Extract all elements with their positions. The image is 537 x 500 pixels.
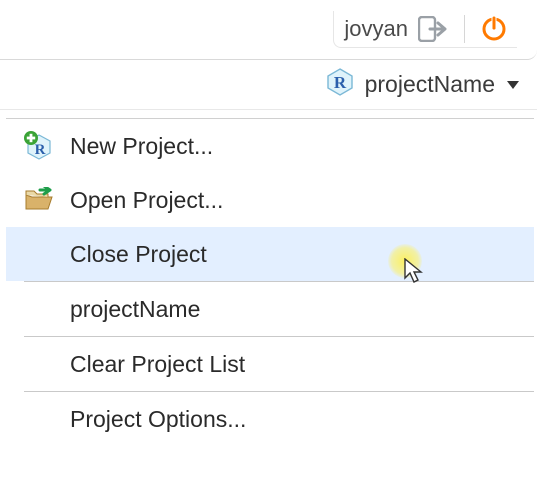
project-name-label: projectName: [365, 71, 495, 98]
menu-item-label: Project Options...: [64, 406, 246, 433]
topbar: jovyan: [0, 0, 537, 60]
menu-item-close-project[interactable]: Close Project: [6, 227, 534, 281]
power-icon[interactable]: [481, 16, 507, 42]
menu-item-recent-project[interactable]: projectName: [6, 282, 534, 336]
svg-text:R: R: [35, 142, 46, 158]
signout-icon[interactable]: [418, 16, 448, 42]
project-bar: R projectName: [0, 60, 537, 110]
svg-text:R: R: [333, 73, 346, 92]
menu-item-new-project[interactable]: R New Project...: [6, 119, 534, 173]
r-project-icon: R: [325, 67, 355, 103]
menu-item-project-options[interactable]: Project Options...: [6, 392, 534, 446]
menu-item-label: Close Project: [64, 241, 207, 268]
topbar-divider: [464, 15, 465, 43]
new-project-icon: R: [24, 131, 64, 161]
menu-item-open-project[interactable]: Open Project...: [6, 173, 534, 227]
topbar-right: jovyan: [333, 11, 517, 48]
menu-item-label: Open Project...: [64, 187, 223, 214]
username-label: jovyan: [344, 16, 408, 42]
project-dropdown[interactable]: R projectName: [325, 67, 519, 103]
menu-item-clear-project-list[interactable]: Clear Project List: [6, 337, 534, 391]
project-menu: R New Project... Open Project... Close P…: [6, 118, 534, 446]
menu-item-label: projectName: [64, 296, 200, 323]
chevron-down-icon: [507, 81, 519, 89]
menu-item-label: New Project...: [64, 133, 213, 160]
menu-item-label: Clear Project List: [64, 351, 245, 378]
open-folder-icon: [24, 187, 64, 213]
